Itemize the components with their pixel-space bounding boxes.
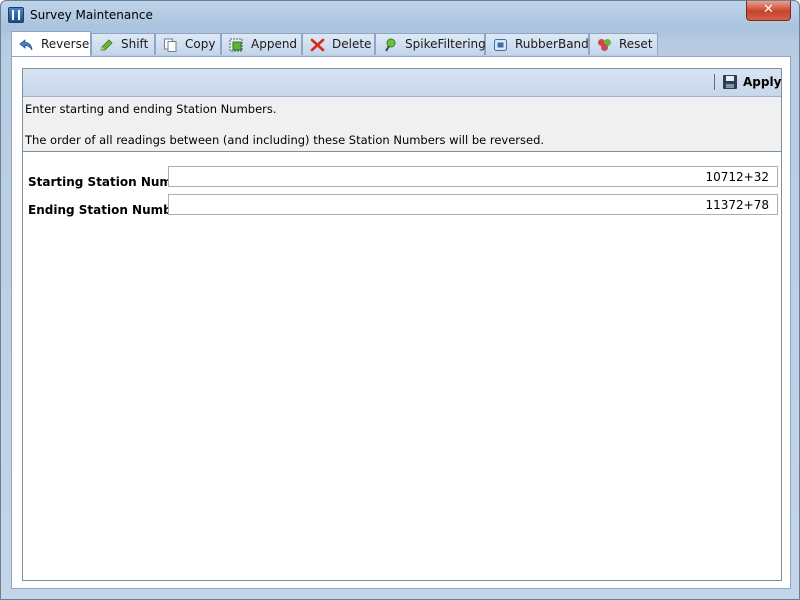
instruction-line-1: Enter starting and ending Station Number…	[25, 102, 277, 116]
copy-icon	[164, 38, 177, 52]
window-title: Survey Maintenance	[30, 8, 153, 22]
apply-button[interactable]: Apply	[721, 72, 782, 93]
spike-filter-icon	[385, 38, 396, 52]
shift-pencil-icon	[100, 39, 113, 51]
ending-station-label: Ending Station Number	[28, 203, 186, 217]
reverse-panel: Apply Enter starting and ending Station …	[22, 68, 782, 581]
ending-station-input[interactable]	[168, 194, 778, 215]
tab-copy[interactable]: Copy	[155, 33, 221, 55]
tab-spikefiltering[interactable]: SpikeFiltering	[375, 33, 486, 55]
apply-label: Apply	[743, 75, 782, 89]
tab-label: Delete	[332, 37, 372, 51]
close-button[interactable]: ✕	[746, 1, 791, 21]
save-disk-icon	[723, 75, 737, 89]
append-icon	[229, 38, 243, 52]
rubberband-icon	[494, 39, 507, 51]
toolbar-separator	[714, 74, 715, 90]
reset-icon	[598, 39, 611, 51]
title-bar[interactable]: Survey Maintenance ✕	[1, 1, 799, 29]
tab-content: Apply Enter starting and ending Station …	[11, 56, 791, 589]
starting-station-input[interactable]	[168, 166, 778, 187]
instructions-box: Enter starting and ending Station Number…	[23, 97, 781, 152]
tab-shift[interactable]: Shift	[91, 33, 155, 55]
tool-strip: Apply	[23, 69, 781, 97]
tab-reverse[interactable]: Reverse	[11, 31, 91, 56]
tab-label: Shift	[121, 37, 149, 51]
tab-delete[interactable]: Delete	[302, 33, 375, 55]
tab-label: SpikeFiltering	[405, 37, 486, 51]
survey-maintenance-window: Survey Maintenance ✕ Reverse Shift Copy	[0, 0, 800, 600]
tab-reset[interactable]: Reset	[589, 33, 658, 55]
instruction-line-2: The order of all readings between (and i…	[25, 133, 545, 147]
delete-x-icon	[310, 38, 325, 52]
app-icon	[8, 7, 24, 23]
tab-label: Reverse	[41, 37, 90, 51]
reverse-arrow-icon	[19, 39, 33, 51]
tab-rubberband[interactable]: RubberBand	[485, 33, 589, 55]
tab-label: Reset	[619, 37, 653, 51]
tab-label: Copy	[185, 37, 216, 51]
tab-label: Append	[251, 37, 298, 51]
tab-append[interactable]: Append	[221, 33, 302, 55]
tab-label: RubberBand	[515, 37, 589, 51]
